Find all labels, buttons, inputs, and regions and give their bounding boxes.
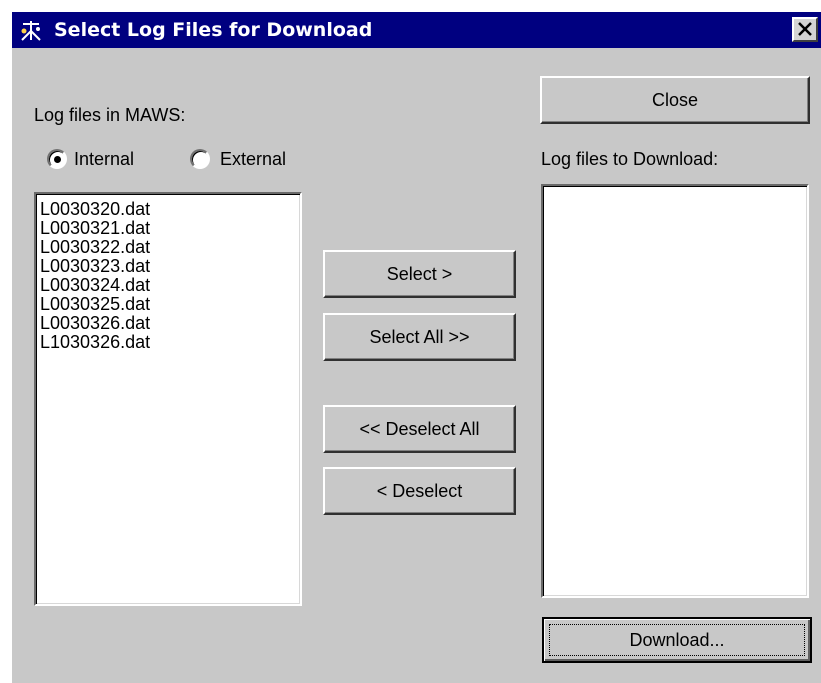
list-item[interactable]: L0030320.dat — [36, 200, 300, 219]
list-item[interactable]: L0030325.dat — [36, 295, 300, 314]
focus-rectangle — [549, 624, 805, 656]
external-radio[interactable] — [190, 149, 210, 169]
list-item[interactable]: L1030326.dat — [36, 333, 300, 352]
internal-radio[interactable] — [47, 149, 67, 169]
deselect-all-button[interactable]: << Deselect All — [323, 405, 516, 453]
internal-radio-label[interactable]: Internal — [74, 148, 134, 170]
external-radio-label[interactable]: External — [220, 148, 286, 170]
maws-station-icon — [18, 18, 44, 42]
list-item[interactable]: L0030324.dat — [36, 276, 300, 295]
select-button[interactable]: Select > — [323, 250, 516, 298]
list-item[interactable]: L0030326.dat — [36, 314, 300, 333]
close-icon[interactable] — [792, 17, 818, 42]
window-title: Select Log Files for Download — [54, 19, 373, 41]
close-button[interactable]: Close — [540, 76, 810, 124]
list-item[interactable]: L0030322.dat — [36, 238, 300, 257]
radio-selected-dot — [54, 156, 61, 163]
maws-log-file-list[interactable]: L0030320.dat L0030321.dat L0030322.dat L… — [34, 192, 302, 606]
select-log-files-dialog: Select Log Files for Download Log files … — [12, 12, 821, 683]
list-item[interactable]: L0030323.dat — [36, 257, 300, 276]
select-all-button[interactable]: Select All >> — [323, 313, 516, 361]
deselect-button[interactable]: < Deselect — [323, 467, 516, 515]
title-bar[interactable]: Select Log Files for Download — [12, 12, 821, 48]
list-item[interactable]: L0030321.dat — [36, 219, 300, 238]
log-files-in-maws-label: Log files in MAWS: — [34, 105, 186, 125]
log-files-to-download-label: Log files to Download: — [541, 149, 719, 169]
download-file-list[interactable] — [541, 184, 809, 598]
download-button[interactable]: Download... — [542, 617, 812, 663]
